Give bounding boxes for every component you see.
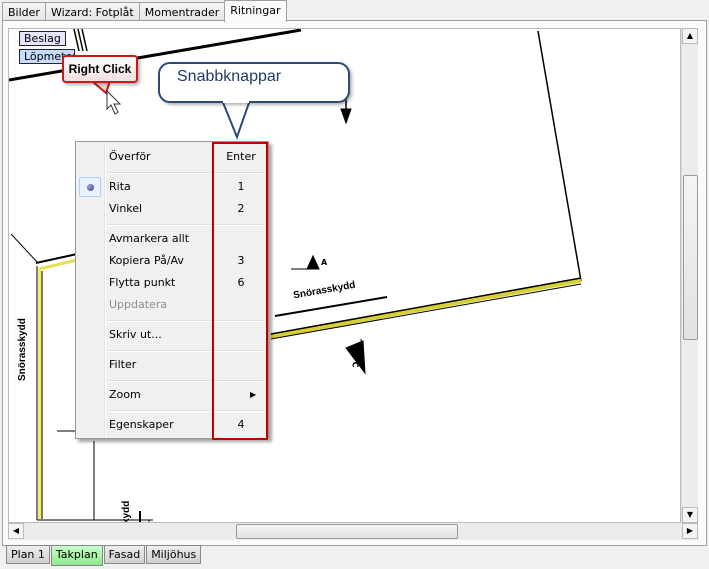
menu-item-label: Uppdatera (109, 298, 168, 311)
building-edge-line (537, 30, 582, 282)
menu-item-label: Vinkel (109, 202, 143, 215)
tab-wizard-fotplat[interactable]: Wizard: Fotplåt (44, 2, 140, 22)
top-tab-bar: Bilder Wizard: Fotplåt Momentrader Ritni… (2, 0, 287, 22)
callout-joint (223, 98, 249, 103)
tab-momentrader[interactable]: Momentrader (138, 2, 226, 22)
horizontal-scroll-thumb[interactable] (236, 524, 458, 539)
menu-item-label: Rita (109, 180, 131, 193)
menu-item-label: Kopiera På/Av (109, 254, 184, 267)
menu-item-label: Egenskaper (109, 418, 174, 431)
menu-item-label: Zoom (109, 388, 141, 401)
beslag-button[interactable]: Beslag (19, 31, 66, 46)
menu-item-label: Avmarkera allt (109, 232, 190, 245)
vertical-scrollbar[interactable]: ▲ ▼ (681, 28, 698, 523)
bottom-tab-bar: Plan 1 Takplan Fasad Miljöhus (6, 545, 202, 566)
menu-item-label: Överför (109, 150, 151, 163)
marker-c-label: C (350, 361, 360, 368)
shortcut-highlight-box (212, 142, 268, 440)
snorasskydd-label-left: Snörasskydd (17, 318, 28, 381)
menu-item-label: Flytta punkt (109, 276, 176, 289)
scroll-down-button[interactable]: ▼ (682, 507, 698, 523)
section-marker-c (345, 340, 366, 375)
tab-plan-1[interactable]: Plan 1 (6, 545, 50, 564)
scroll-up-button[interactable]: ▲ (682, 28, 698, 44)
tab-miljohus[interactable]: Miljöhus (146, 545, 202, 564)
snorasskydd-label-bottom: kydd (121, 500, 132, 523)
tab-bilder[interactable]: Bilder (2, 2, 46, 22)
radio-selected-icon (79, 177, 101, 197)
shortcuts-callout: Snabbknappar (158, 62, 350, 103)
section-marker-a (306, 254, 320, 270)
menu-item-label: Filter (109, 358, 137, 371)
menu-item-label: Skriv ut... (109, 328, 162, 341)
tab-ritningar[interactable]: Ritningar (224, 0, 287, 22)
horizontal-scrollbar[interactable]: ◀ ▶ (8, 523, 698, 540)
vertical-scroll-thumb[interactable] (683, 175, 698, 340)
right-click-callout: Right Click (62, 55, 138, 83)
scroll-right-button[interactable]: ▶ (682, 523, 698, 539)
tab-takplan[interactable]: Takplan (50, 545, 103, 566)
scroll-left-button[interactable]: ◀ (8, 523, 24, 539)
tab-fasad[interactable]: Fasad (103, 545, 146, 564)
marker-a-label: A (321, 258, 328, 267)
